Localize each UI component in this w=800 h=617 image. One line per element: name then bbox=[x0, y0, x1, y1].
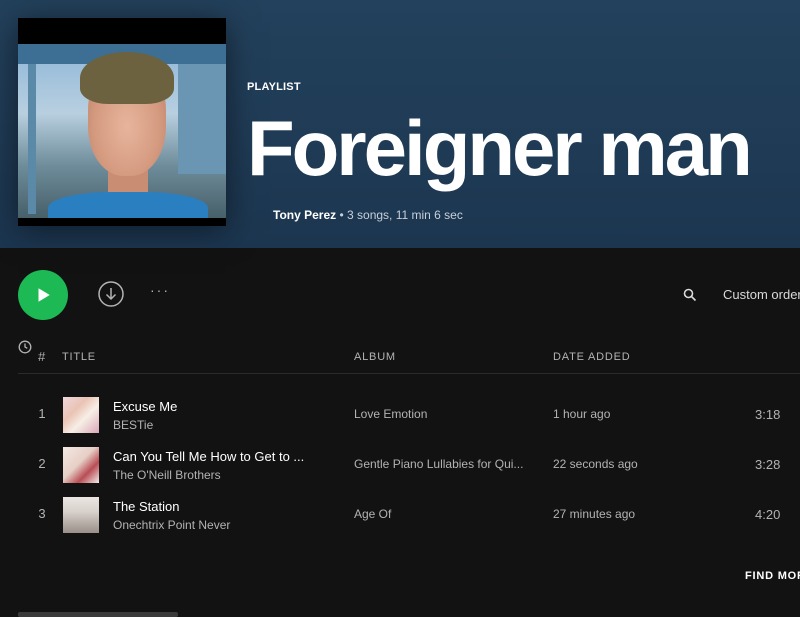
track-artist-link[interactable]: Onechtrix Point Never bbox=[113, 518, 230, 532]
track-duration: 3:18 bbox=[755, 407, 781, 422]
track-table-header: # TITLE ALBUM DATE ADDED bbox=[18, 340, 800, 374]
playlist-summary: • 3 songs, 11 min 6 sec bbox=[336, 208, 463, 222]
more-options-button[interactable]: ··· bbox=[150, 282, 170, 298]
track-title-link[interactable]: Can You Tell Me How to Get to ... bbox=[113, 449, 304, 464]
action-bar: ··· Custom order bbox=[0, 248, 800, 338]
track-title-link[interactable]: The Station bbox=[113, 499, 180, 514]
play-button[interactable] bbox=[18, 270, 68, 320]
track-title-link[interactable]: Excuse Me bbox=[113, 399, 177, 414]
track-row[interactable]: 1 Excuse Me BESTie Love Emotion 1 hour a… bbox=[18, 390, 800, 440]
track-album-art bbox=[63, 447, 99, 483]
playlist-meta: Tony Perez • 3 songs, 11 min 6 sec bbox=[273, 208, 463, 222]
playlist-owner-link[interactable]: Tony Perez bbox=[273, 208, 336, 222]
track-album-link[interactable]: Gentle Piano Lullabies for Qui... bbox=[354, 457, 523, 471]
track-album-link[interactable]: Age Of bbox=[354, 507, 391, 521]
cover-photo bbox=[18, 44, 226, 218]
track-album-art bbox=[63, 397, 99, 433]
playlist-title[interactable]: Foreigner man bbox=[247, 98, 753, 198]
track-duration: 3:28 bbox=[755, 457, 781, 472]
track-album-art bbox=[63, 497, 99, 533]
clock-icon[interactable] bbox=[18, 340, 32, 354]
find-more-button[interactable]: FIND MORE bbox=[745, 570, 800, 582]
playlist-type-label: PLAYLIST bbox=[247, 81, 301, 93]
search-icon[interactable] bbox=[683, 288, 697, 302]
track-artist-link[interactable]: BESTie bbox=[113, 418, 153, 432]
track-artist-link[interactable]: The O'Neill Brothers bbox=[113, 468, 221, 482]
track-date-added: 22 seconds ago bbox=[553, 457, 638, 471]
download-icon[interactable] bbox=[98, 281, 124, 307]
sort-order-button[interactable]: Custom order bbox=[723, 287, 800, 302]
column-header-album[interactable]: ALBUM bbox=[354, 351, 396, 363]
playlist-header: PLAYLIST Foreigner man Tony Perez • 3 so… bbox=[0, 0, 800, 248]
track-row[interactable]: 2 Can You Tell Me How to Get to ... The … bbox=[18, 440, 800, 490]
track-row[interactable]: 3 The Station Onechtrix Point Never Age … bbox=[18, 490, 800, 540]
track-date-added: 27 minutes ago bbox=[553, 507, 636, 521]
column-header-title[interactable]: TITLE bbox=[62, 351, 96, 363]
section-heading-cutoff bbox=[18, 612, 178, 617]
column-header-date-added[interactable]: DATE ADDED bbox=[553, 351, 630, 363]
track-duration: 4:20 bbox=[755, 507, 781, 522]
column-header-number: # bbox=[38, 349, 47, 364]
play-icon bbox=[38, 288, 50, 302]
track-number: 2 bbox=[38, 456, 46, 471]
track-album-link[interactable]: Love Emotion bbox=[354, 407, 427, 421]
track-number: 1 bbox=[38, 406, 46, 421]
track-date-added: 1 hour ago bbox=[553, 407, 611, 421]
track-number: 3 bbox=[38, 506, 46, 521]
playlist-cover-image[interactable] bbox=[18, 18, 226, 226]
